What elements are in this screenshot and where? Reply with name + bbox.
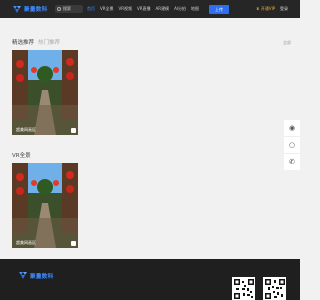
nav-map[interactable]: 地图 <box>191 0 199 18</box>
vip-label: 开通VIP <box>260 6 276 11</box>
footer-logo[interactable]: 聚量数科 <box>18 271 54 280</box>
card-thumbnail <box>12 50 78 135</box>
side-float-toolbar: ◉ ○ ✆ <box>284 120 300 170</box>
search-icon <box>57 7 61 11</box>
card-title: 超美网画区 <box>16 240 36 245</box>
vr-badge-icon <box>71 241 76 246</box>
vr-badge-icon <box>71 128 76 133</box>
logo-icon <box>18 271 28 280</box>
card-thumbnail <box>12 163 78 248</box>
nav-vr-video[interactable]: VR视频 <box>119 0 133 18</box>
qr-code-1 <box>232 277 255 300</box>
nav-home[interactable]: 首页 <box>87 0 95 18</box>
search-label: 搜索 <box>63 6 71 11</box>
footer: 聚量数科 <box>0 259 300 300</box>
more-link[interactable]: 全部 <box>283 40 291 46</box>
nav-vr-panorama[interactable]: VR全景 <box>100 0 114 18</box>
search-input[interactable]: 搜索 <box>55 5 83 13</box>
brand-name: 聚量数科 <box>24 7 48 13</box>
card-title: 超美网画区 <box>16 127 36 132</box>
nav-vr-live[interactable]: VR直播 <box>137 0 151 18</box>
top-navbar: 聚量数科 搜索 首页 VR全景 VR视频 VR直播 AR建模 AI分拍 地图 上… <box>0 0 300 18</box>
login-link[interactable]: 登录 <box>280 6 288 12</box>
main-nav: 首页 VR全景 VR视频 VR直播 AR建模 AI分拍 地图 <box>87 0 199 18</box>
qq-icon[interactable]: ◉ <box>284 120 300 136</box>
tab-hot[interactable]: 热门推荐 <box>38 38 60 46</box>
wechat-icon[interactable]: ○ <box>284 136 300 153</box>
nav-ar-model[interactable]: AR建模 <box>156 0 170 18</box>
nav-ai-shoot[interactable]: AI分拍 <box>174 0 186 18</box>
featured-card[interactable]: 超美网画区 <box>12 50 78 135</box>
upload-button[interactable]: 上传 <box>209 5 229 14</box>
vr-card[interactable]: 超美网画区 <box>12 163 78 248</box>
phone-icon[interactable]: ✆ <box>284 153 300 170</box>
vr-section-title: VR全景 <box>12 153 31 159</box>
footer-brand-name: 聚量数科 <box>30 273 54 280</box>
qr-code-2 <box>263 277 286 300</box>
vip-link[interactable]: ♛ 开通VIP <box>256 6 275 12</box>
featured-title: 精选推荐 <box>12 40 35 46</box>
logo-icon <box>12 5 22 14</box>
brand-logo[interactable]: 聚量数科 <box>12 4 48 14</box>
